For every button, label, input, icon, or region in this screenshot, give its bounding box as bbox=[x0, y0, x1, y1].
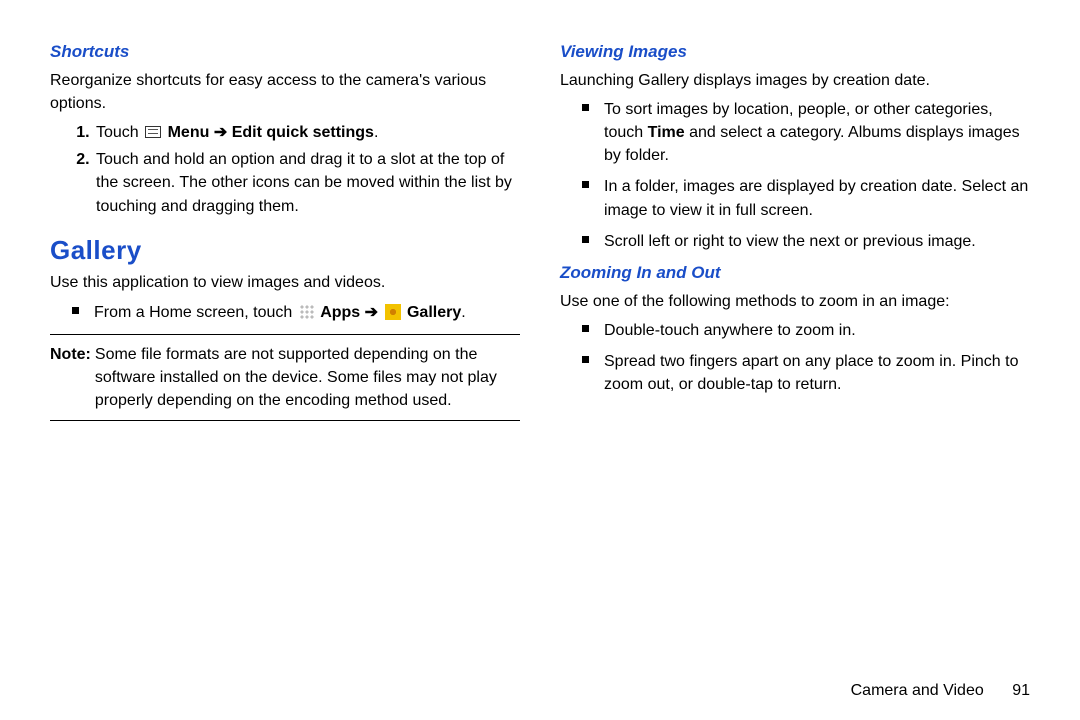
shortcuts-description: Reorganize shortcuts for easy access to … bbox=[50, 69, 520, 115]
footer-section: Camera and Video bbox=[851, 682, 984, 699]
viewing-bullet-2: In a folder, images are displayed by cre… bbox=[604, 175, 1030, 221]
viewing-description: Launching Gallery displays images by cre… bbox=[560, 69, 1030, 92]
note-box: Note: Some file formats are not supporte… bbox=[50, 334, 520, 422]
gallery-description: Use this application to view images and … bbox=[50, 271, 520, 294]
arrow-icon: ➔ bbox=[214, 124, 227, 141]
gallery-bullets: From a Home screen, touch Apps ➔ Gallery… bbox=[50, 301, 520, 324]
step-1: Touch Menu ➔ Edit quick settings. bbox=[94, 121, 520, 144]
shortcuts-heading: Shortcuts bbox=[50, 40, 520, 65]
zoom-bullet-1: Double-touch anywhere to zoom in. bbox=[604, 319, 1030, 342]
note-text: Some file formats are not supported depe… bbox=[95, 343, 520, 413]
page-number: 91 bbox=[1012, 682, 1030, 699]
step-2: Touch and hold an option and drag it to … bbox=[94, 148, 520, 218]
arrow-icon: ➔ bbox=[365, 304, 378, 321]
menu-icon bbox=[145, 126, 161, 138]
gallery-label: Gallery bbox=[407, 304, 461, 321]
page-footer: Camera and Video 91 bbox=[50, 672, 1030, 700]
viewing-bullet-1: To sort images by location, people, or o… bbox=[604, 98, 1030, 168]
apps-icon bbox=[299, 304, 314, 319]
viewing-bullets: To sort images by location, people, or o… bbox=[560, 98, 1030, 253]
step1-edit-label: Edit quick settings bbox=[232, 124, 374, 141]
step1-period: . bbox=[374, 124, 378, 141]
step1-text-prefix: Touch bbox=[96, 124, 143, 141]
viewing-bullet-3: Scroll left or right to view the next or… bbox=[604, 230, 1030, 253]
note-label: Note: bbox=[50, 343, 95, 413]
time-label: Time bbox=[648, 124, 685, 141]
viewing-heading: Viewing Images bbox=[560, 40, 1030, 65]
zoom-bullets: Double-touch anywhere to zoom in. Spread… bbox=[560, 319, 1030, 397]
zoom-heading: Zooming In and Out bbox=[560, 261, 1030, 286]
manual-page: Shortcuts Reorganize shortcuts for easy … bbox=[0, 0, 1080, 720]
bullet-prefix: From a Home screen, touch bbox=[94, 304, 297, 321]
zoom-description: Use one of the following methods to zoom… bbox=[560, 290, 1030, 313]
step1-menu-label: Menu bbox=[168, 124, 210, 141]
left-column: Shortcuts Reorganize shortcuts for easy … bbox=[50, 40, 520, 672]
bullet-period: . bbox=[461, 304, 465, 321]
gallery-icon bbox=[385, 304, 401, 320]
gallery-heading: Gallery bbox=[50, 232, 520, 270]
right-column: Viewing Images Launching Gallery display… bbox=[560, 40, 1030, 672]
apps-label: Apps bbox=[320, 304, 360, 321]
zoom-bullet-2: Spread two fingers apart on any place to… bbox=[604, 350, 1030, 396]
shortcuts-steps: Touch Menu ➔ Edit quick settings. Touch … bbox=[50, 121, 520, 218]
gallery-nav-bullet: From a Home screen, touch Apps ➔ Gallery… bbox=[94, 301, 520, 324]
two-column-layout: Shortcuts Reorganize shortcuts for easy … bbox=[50, 40, 1030, 672]
